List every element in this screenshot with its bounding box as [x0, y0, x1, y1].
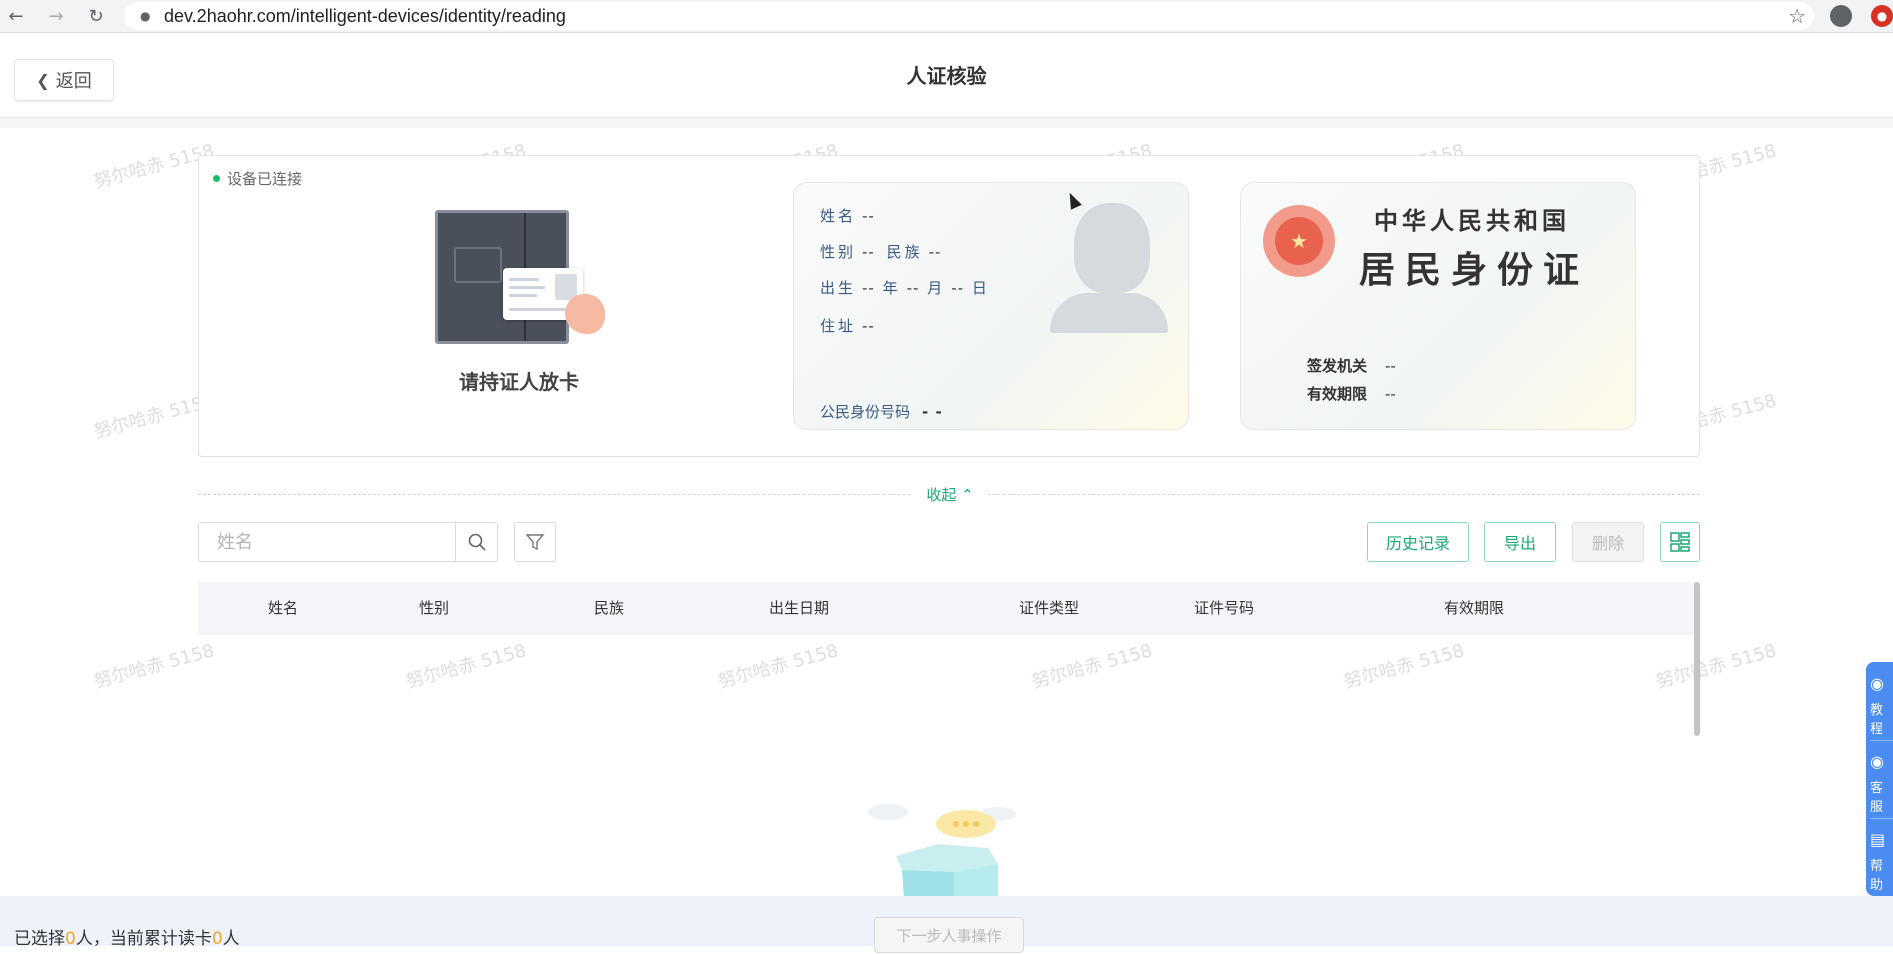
- gender-field: 性别 -- 民族 --: [820, 243, 942, 261]
- forward-arrow-icon[interactable]: →: [44, 4, 68, 28]
- document-icon: ▤: [1870, 830, 1886, 849]
- chevron-up-icon: ⌃: [961, 486, 974, 504]
- lock-icon: ●: [140, 9, 151, 23]
- column-header[interactable]: 证件类型: [1019, 582, 1079, 635]
- id-number-field: 公民身份号码 - -: [820, 403, 943, 421]
- delete-button[interactable]: 删除: [1572, 522, 1644, 562]
- view-toggle-button[interactable]: [1660, 522, 1700, 562]
- validity-field: 有效期限 --: [1307, 385, 1396, 403]
- collapse-label: 收起: [926, 486, 957, 504]
- read-count: 0: [211, 929, 223, 949]
- star-icon[interactable]: ☆: [1788, 4, 1806, 28]
- watermark: 努尔哈赤 5158: [1653, 640, 1779, 693]
- issuing-authority-field: 签发机关 --: [1307, 357, 1396, 375]
- extension-icon[interactable]: ●: [1871, 5, 1893, 27]
- back-button[interactable]: ❮ 返回: [14, 59, 114, 101]
- card-reader-illustration: [435, 210, 607, 344]
- column-header[interactable]: 出生日期: [769, 582, 829, 635]
- export-button[interactable]: 导出: [1484, 522, 1556, 562]
- tutorial-item[interactable]: ◉ 教程: [1870, 674, 1893, 737]
- selected-count: 0: [65, 929, 76, 949]
- column-header[interactable]: 有效期限: [1444, 582, 1504, 635]
- status-dot-icon: [213, 175, 220, 182]
- search-input[interactable]: [199, 523, 455, 561]
- reload-icon[interactable]: ↻: [84, 4, 108, 28]
- table-header: 姓名 性别 民族 出生日期 证件类型 证件号码 有效期限: [198, 582, 1694, 635]
- column-header[interactable]: 民族: [594, 582, 624, 635]
- filter-button[interactable]: [514, 522, 556, 562]
- header-divider: [0, 118, 1893, 128]
- device-status: 设备已连接: [213, 168, 302, 189]
- birth-field: 出生 -- 年 -- 月 -- 日: [820, 279, 990, 297]
- url-text: dev.2haohr.com/intelligent-devices/ident…: [164, 5, 566, 26]
- grid-view-icon: [1670, 532, 1690, 552]
- search-icon: [468, 533, 486, 551]
- id-card-back: ★ 中华人民共和国 居民身份证 签发机关 -- 有效期限 --: [1240, 182, 1636, 430]
- browser-toolbar: ← → ↻ ● dev.2haohr.com/intelligent-devic…: [0, 0, 1893, 33]
- filter-icon: [525, 534, 545, 551]
- column-header[interactable]: 姓名: [268, 582, 298, 635]
- address-field: 住址 --: [820, 317, 875, 335]
- customer-service-item[interactable]: ◉ 客服: [1870, 752, 1893, 815]
- history-button[interactable]: 历史记录: [1367, 522, 1469, 562]
- country-name: 中华人民共和国: [1374, 206, 1570, 235]
- page-title: 人证核验: [906, 64, 987, 88]
- table-scrollbar[interactable]: [1694, 582, 1700, 736]
- help-item[interactable]: ▤ 帮助: [1870, 830, 1893, 893]
- chevron-left-icon: ❮: [36, 70, 50, 90]
- column-header[interactable]: 性别: [419, 582, 449, 635]
- back-label: 返回: [55, 71, 92, 92]
- tutorial-icon: ◉: [1870, 674, 1884, 693]
- selection-summary: 已选择0人，当前累计读卡0人: [14, 929, 240, 949]
- next-step-button[interactable]: 下一步人事操作: [874, 917, 1024, 953]
- watermark: 努尔哈赤 5158: [91, 640, 217, 693]
- card-title: 居民身份证: [1359, 249, 1590, 291]
- empty-box-icon: [868, 804, 1016, 898]
- side-help-panel: ◉ 教程 ◉ 客服 ▤ 帮助: [1866, 662, 1893, 896]
- national-emblem-icon: ★: [1263, 205, 1335, 285]
- search-box: [198, 522, 498, 562]
- watermark: 努尔哈赤 5158: [1029, 640, 1155, 693]
- back-arrow-icon[interactable]: ←: [4, 4, 28, 28]
- hand-icon: [565, 294, 605, 334]
- watermark: 努尔哈赤 5158: [1341, 640, 1467, 693]
- profile-icon[interactable]: [1830, 5, 1852, 27]
- id-card-front: 姓名 -- 性别 -- 民族 -- 出生 -- 年 -- 月 -- 日 住址 -- 公民身份号…: [793, 182, 1189, 430]
- card-reader-panel: 设备已连接 请持证人放卡 姓名 -- 性别 -- 民族 -- 出生 -- 年 --: [198, 155, 1700, 457]
- app-header: 人证核验 ❮ 返回: [0, 34, 1893, 118]
- watermark: 努尔哈赤 5158: [403, 640, 529, 693]
- watermark: 努尔哈赤 5158: [715, 640, 841, 693]
- avatar-placeholder-icon: [1074, 203, 1150, 293]
- place-card-tip: 请持证人放卡: [459, 370, 579, 394]
- chat-icon: ◉: [1870, 752, 1884, 771]
- column-header[interactable]: 证件号码: [1194, 582, 1254, 635]
- collapse-button[interactable]: 收起 ⌃: [912, 484, 988, 506]
- search-button[interactable]: [455, 523, 497, 561]
- name-field: 姓名 --: [820, 207, 875, 225]
- footer-bar: 已选择0人，当前累计读卡0人 下一步人事操作: [0, 896, 1893, 953]
- address-bar[interactable]: ● dev.2haohr.com/intelligent-devices/ide…: [124, 2, 1814, 30]
- device-status-text: 设备已连接: [227, 170, 303, 188]
